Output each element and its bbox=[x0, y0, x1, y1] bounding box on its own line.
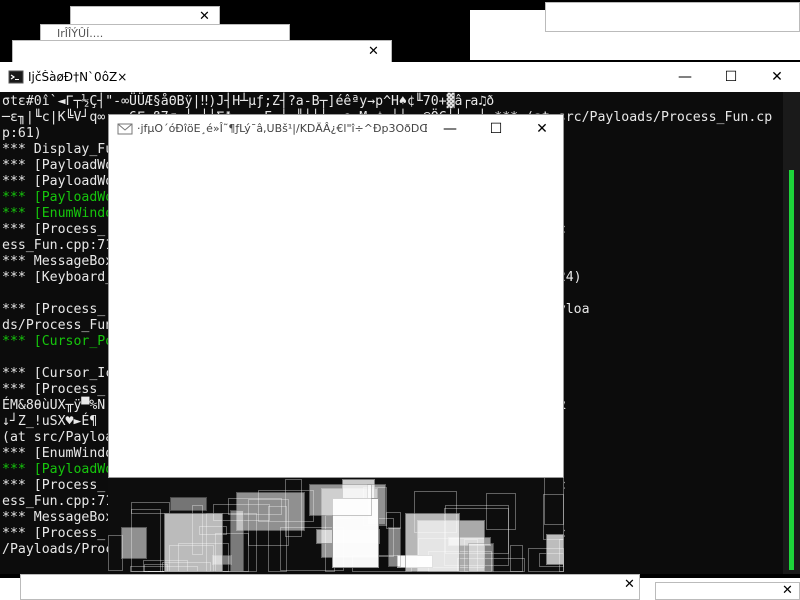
console-scrollbar[interactable] bbox=[783, 92, 800, 574]
background-window-5 bbox=[545, 2, 800, 32]
close-button[interactable]: ✕ bbox=[754, 62, 800, 92]
console-titlebar[interactable]: IjčŠàøÐ†N`0ôZ× — ☐ ✕ bbox=[0, 62, 800, 92]
close-icon[interactable]: ✕ bbox=[199, 9, 210, 24]
console-line: ess_Fun.cpp:71 bbox=[2, 238, 114, 253]
console-title: IjčŠàøÐ†N`0ôZ× bbox=[28, 70, 128, 84]
glitch-fragment bbox=[309, 484, 372, 516]
console-line: p:61) bbox=[2, 126, 42, 141]
maximize-button[interactable]: ☐ bbox=[473, 115, 519, 143]
glitch-fragment bbox=[230, 510, 244, 572]
glitch-fragment bbox=[486, 493, 516, 530]
close-button[interactable]: ✕ bbox=[519, 115, 565, 143]
mail-icon bbox=[117, 123, 133, 135]
glitch-fragment bbox=[388, 527, 401, 567]
scrollbar-thumb[interactable] bbox=[789, 170, 794, 570]
popup-body bbox=[109, 143, 471, 477]
glitch-fragment bbox=[131, 509, 161, 572]
console-line: ds/Process_Fun bbox=[2, 318, 114, 333]
glitch-fragment bbox=[468, 543, 494, 572]
close-icon[interactable]: ✕ bbox=[368, 44, 379, 59]
background-window-8: ✕ bbox=[20, 574, 640, 600]
glitch-fragment bbox=[528, 548, 564, 572]
console-line: (at src/Payloa bbox=[2, 430, 114, 445]
minimize-button[interactable]: — bbox=[427, 115, 473, 143]
console-line: σtε#0î`◄Γ┬½Ç┤"-∞ÜÜÆ§åΘBÿ|‼)J┤H┴µƒ;Z┤?a-B… bbox=[2, 94, 495, 109]
console-line: /Payloads/Proc bbox=[2, 542, 114, 557]
glitch-fragment bbox=[544, 476, 564, 525]
background-window-title: IrÎÎÝÛÍ.... bbox=[57, 27, 104, 40]
console-app-icon bbox=[8, 70, 24, 84]
glitch-fragment bbox=[248, 499, 289, 546]
glitch-fragment bbox=[510, 545, 523, 572]
popup-titlebar[interactable]: ·jfµO´óÐîöE¸é»Î˜¶ƒLý¯â,UBš¹|/KDÄÂ¿€l"î÷^… bbox=[109, 115, 563, 143]
popup-title: ·jfµO´óÐîöE¸é»Î˜¶ƒLý¯â,UBš¹|/KDÄÂ¿€l"î÷^… bbox=[137, 122, 427, 135]
maximize-button[interactable]: ☐ bbox=[708, 62, 754, 92]
close-icon[interactable]: ✕ bbox=[782, 583, 793, 598]
background-window-6: ✕ bbox=[12, 40, 392, 64]
glitch-artifact-area bbox=[108, 476, 564, 572]
glitch-fragment bbox=[164, 513, 223, 572]
console-line: ess_Fun.cpp:71 bbox=[2, 494, 114, 509]
close-icon[interactable]: ✕ bbox=[624, 577, 635, 592]
minimize-button[interactable]: — bbox=[662, 62, 708, 92]
popup-window: ·jfµO´óÐîöE¸é»Î˜¶ƒLý¯â,UBš¹|/KDÄÂ¿€l"î÷^… bbox=[108, 114, 564, 478]
background-window-9: ✕ bbox=[655, 582, 800, 600]
